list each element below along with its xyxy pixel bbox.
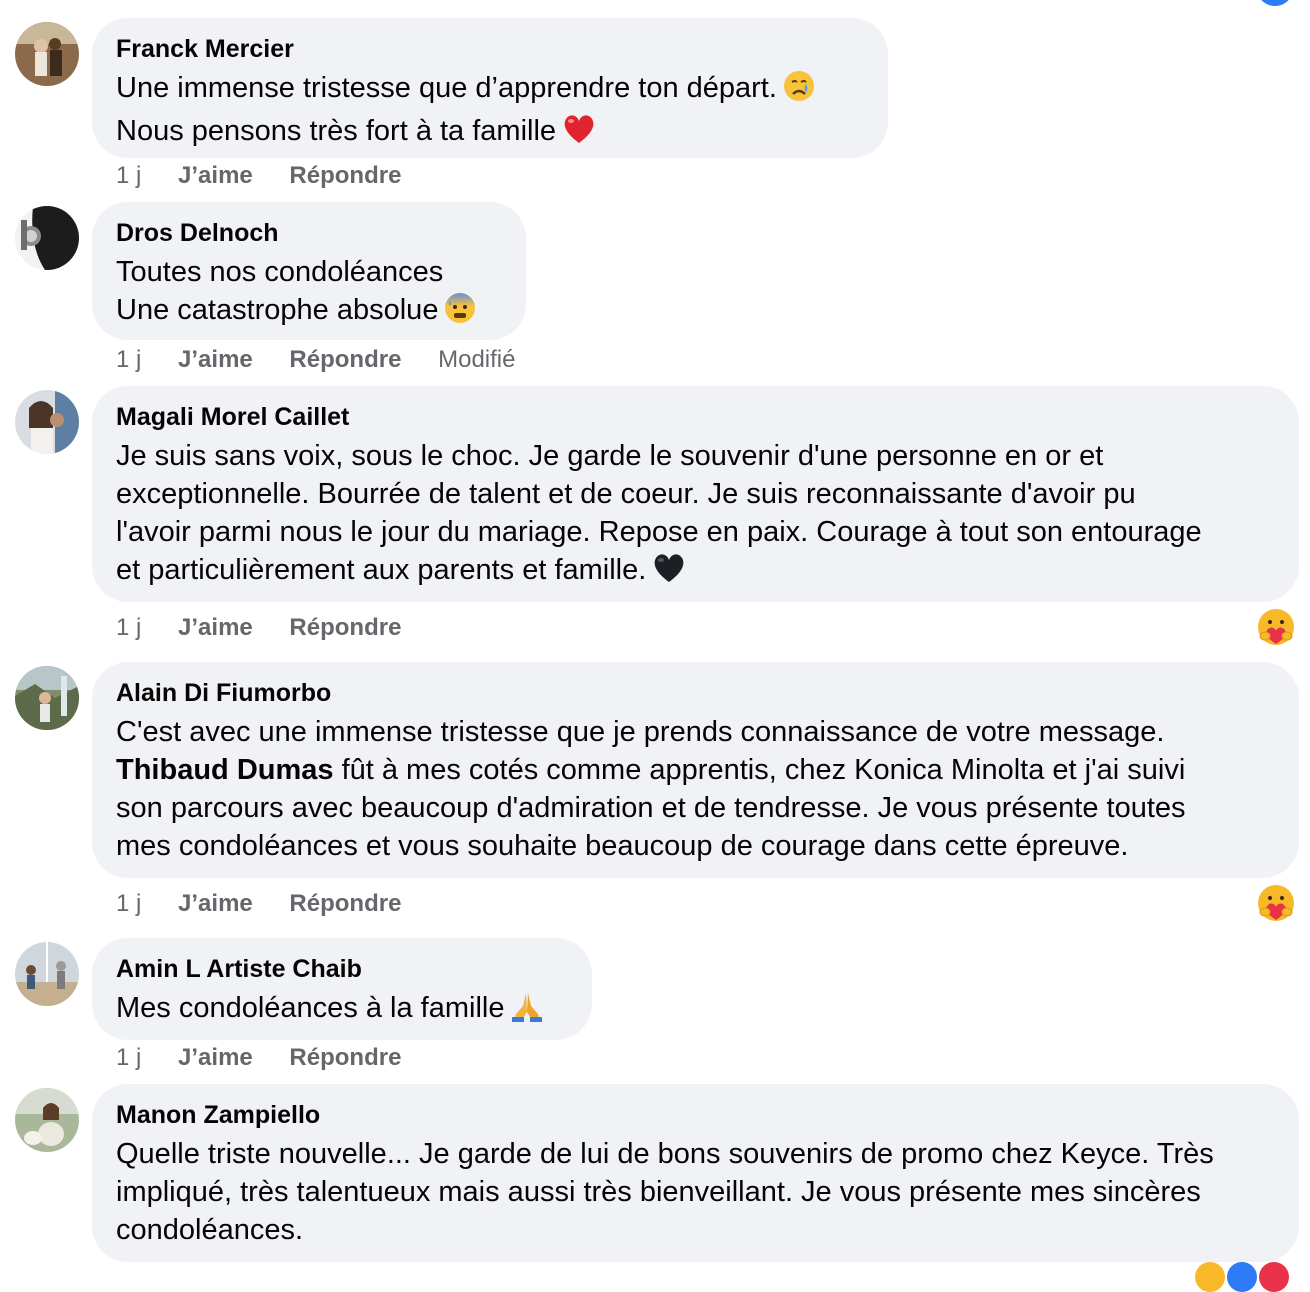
comment-line: Une immense tristesse que d’apprendre to… (116, 72, 777, 104)
reply-button[interactable]: Répondre (289, 889, 401, 919)
comment-text: Mes condoléances à la famille (116, 989, 567, 1032)
avatar[interactable] (15, 1088, 79, 1152)
comment-timestamp[interactable]: 1 j (116, 161, 141, 191)
comment-line: et particulièrement aux parents et famil… (116, 554, 647, 586)
love-reaction-icon (1259, 1262, 1289, 1292)
like-button[interactable]: J’aime (178, 161, 253, 191)
comment-bubble: Franck Mercier Une immense tristesse que… (92, 18, 888, 158)
comment-line: Quelle triste nouvelle... Je garde de lu… (116, 1138, 1214, 1170)
comment-line: Mes condoléances à la famille (116, 992, 505, 1024)
comment-actions: 1 j J’aime Répondre (116, 1043, 431, 1073)
comment-line: Toutes nos condoléances (116, 256, 444, 288)
avatar[interactable] (15, 22, 79, 86)
reply-button[interactable]: Répondre (289, 1043, 401, 1073)
comment-timestamp[interactable]: 1 j (116, 613, 141, 643)
comment-line: impliqué, très talentueux mais aussi trè… (116, 1176, 1201, 1208)
comment-bubble: Magali Morel Caillet Je suis sans voix, … (92, 386, 1299, 602)
care-reaction-icon[interactable] (1257, 608, 1295, 646)
comment-author[interactable]: Amin L Artiste Chaib (116, 954, 567, 984)
comment-actions: 1 j J’aime Répondre (116, 613, 431, 643)
comment-timestamp[interactable]: 1 j (116, 1043, 141, 1073)
avatar[interactable] (15, 390, 79, 454)
reply-button[interactable]: Répondre (289, 613, 401, 643)
care-reaction-icon[interactable] (1257, 884, 1295, 922)
like-button[interactable]: J’aime (178, 1043, 253, 1073)
comment-line: son parcours avec beaucoup d'admiration … (116, 792, 1186, 824)
comment-actions: 1 j J’aime Répondre Modifié (116, 345, 545, 375)
comment-line: C'est avec une immense tristesse que je … (116, 716, 1165, 748)
avatar[interactable] (15, 206, 79, 270)
like-reaction-icon (1227, 1262, 1257, 1292)
comment-text: Je suis sans voix, sous le choc. Je gard… (116, 437, 1274, 594)
comment-line: fût à mes cotés comme apprentis, chez Ko… (333, 754, 1186, 786)
comment-actions: 1 j J’aime Répondre (116, 889, 431, 919)
like-button[interactable]: J’aime (178, 889, 253, 919)
avatar[interactable] (15, 942, 79, 1006)
comment-bubble: Alain Di Fiumorbo C'est avec une immense… (92, 662, 1299, 878)
comment-line: Une catastrophe absolue (116, 294, 439, 326)
like-button[interactable]: J’aime (178, 345, 253, 375)
reply-button[interactable]: Répondre (289, 345, 401, 375)
comment-line: l'avoir parmi nous le jour du mariage. R… (116, 516, 1202, 548)
anxious-sweat-face-icon (444, 292, 476, 334)
avatar[interactable] (15, 666, 79, 730)
comment-author[interactable]: Franck Mercier (116, 34, 863, 64)
comment-actions: 1 j J’aime Répondre (116, 161, 431, 191)
comment-bubble: Dros Delnoch Toutes nos condoléances Une… (92, 202, 526, 340)
comment-line: Nous pensons très fort à ta famille (116, 115, 557, 147)
comment-author[interactable]: Dros Delnoch (116, 218, 501, 248)
like-reaction-icon (1258, 0, 1292, 6)
comment-timestamp[interactable]: 1 j (116, 889, 141, 919)
reply-button[interactable]: Répondre (289, 161, 401, 191)
crying-face-icon (783, 70, 815, 112)
mention-link[interactable]: Thibaud Dumas (116, 754, 334, 786)
like-button[interactable]: J’aime (178, 613, 253, 643)
comment-line: condoléances. (116, 1214, 304, 1246)
comment-author[interactable]: Alain Di Fiumorbo (116, 678, 1274, 708)
comment-line: exceptionnelle. Bourrée de talent et de … (116, 478, 1136, 510)
edited-label: Modifié (438, 346, 516, 373)
comment-text: C'est avec une immense tristesse que je … (116, 713, 1274, 865)
care-reaction-icon (1195, 1262, 1225, 1292)
comment-line: mes condoléances et vous souhaite beauco… (116, 830, 1129, 862)
comment-text: Quelle triste nouvelle... Je garde de lu… (116, 1135, 1274, 1249)
comment-author[interactable]: Magali Morel Caillet (116, 402, 1274, 432)
comment-text: Toutes nos condoléances Une catastrophe … (116, 253, 501, 334)
comment-bubble: Amin L Artiste Chaib Mes condoléances à … (92, 938, 592, 1040)
black-heart-icon (652, 552, 686, 594)
comment-author[interactable]: Manon Zampiello (116, 1100, 1274, 1130)
comment-bubble: Manon Zampiello Quelle triste nouvelle..… (92, 1084, 1299, 1262)
comment-line: Je suis sans voix, sous le choc. Je gard… (116, 440, 1104, 472)
comment-text: Une immense tristesse que d’apprendre to… (116, 69, 863, 155)
folded-hands-icon (510, 990, 544, 1032)
comment-timestamp[interactable]: 1 j (116, 345, 141, 375)
red-heart-icon (562, 113, 596, 155)
